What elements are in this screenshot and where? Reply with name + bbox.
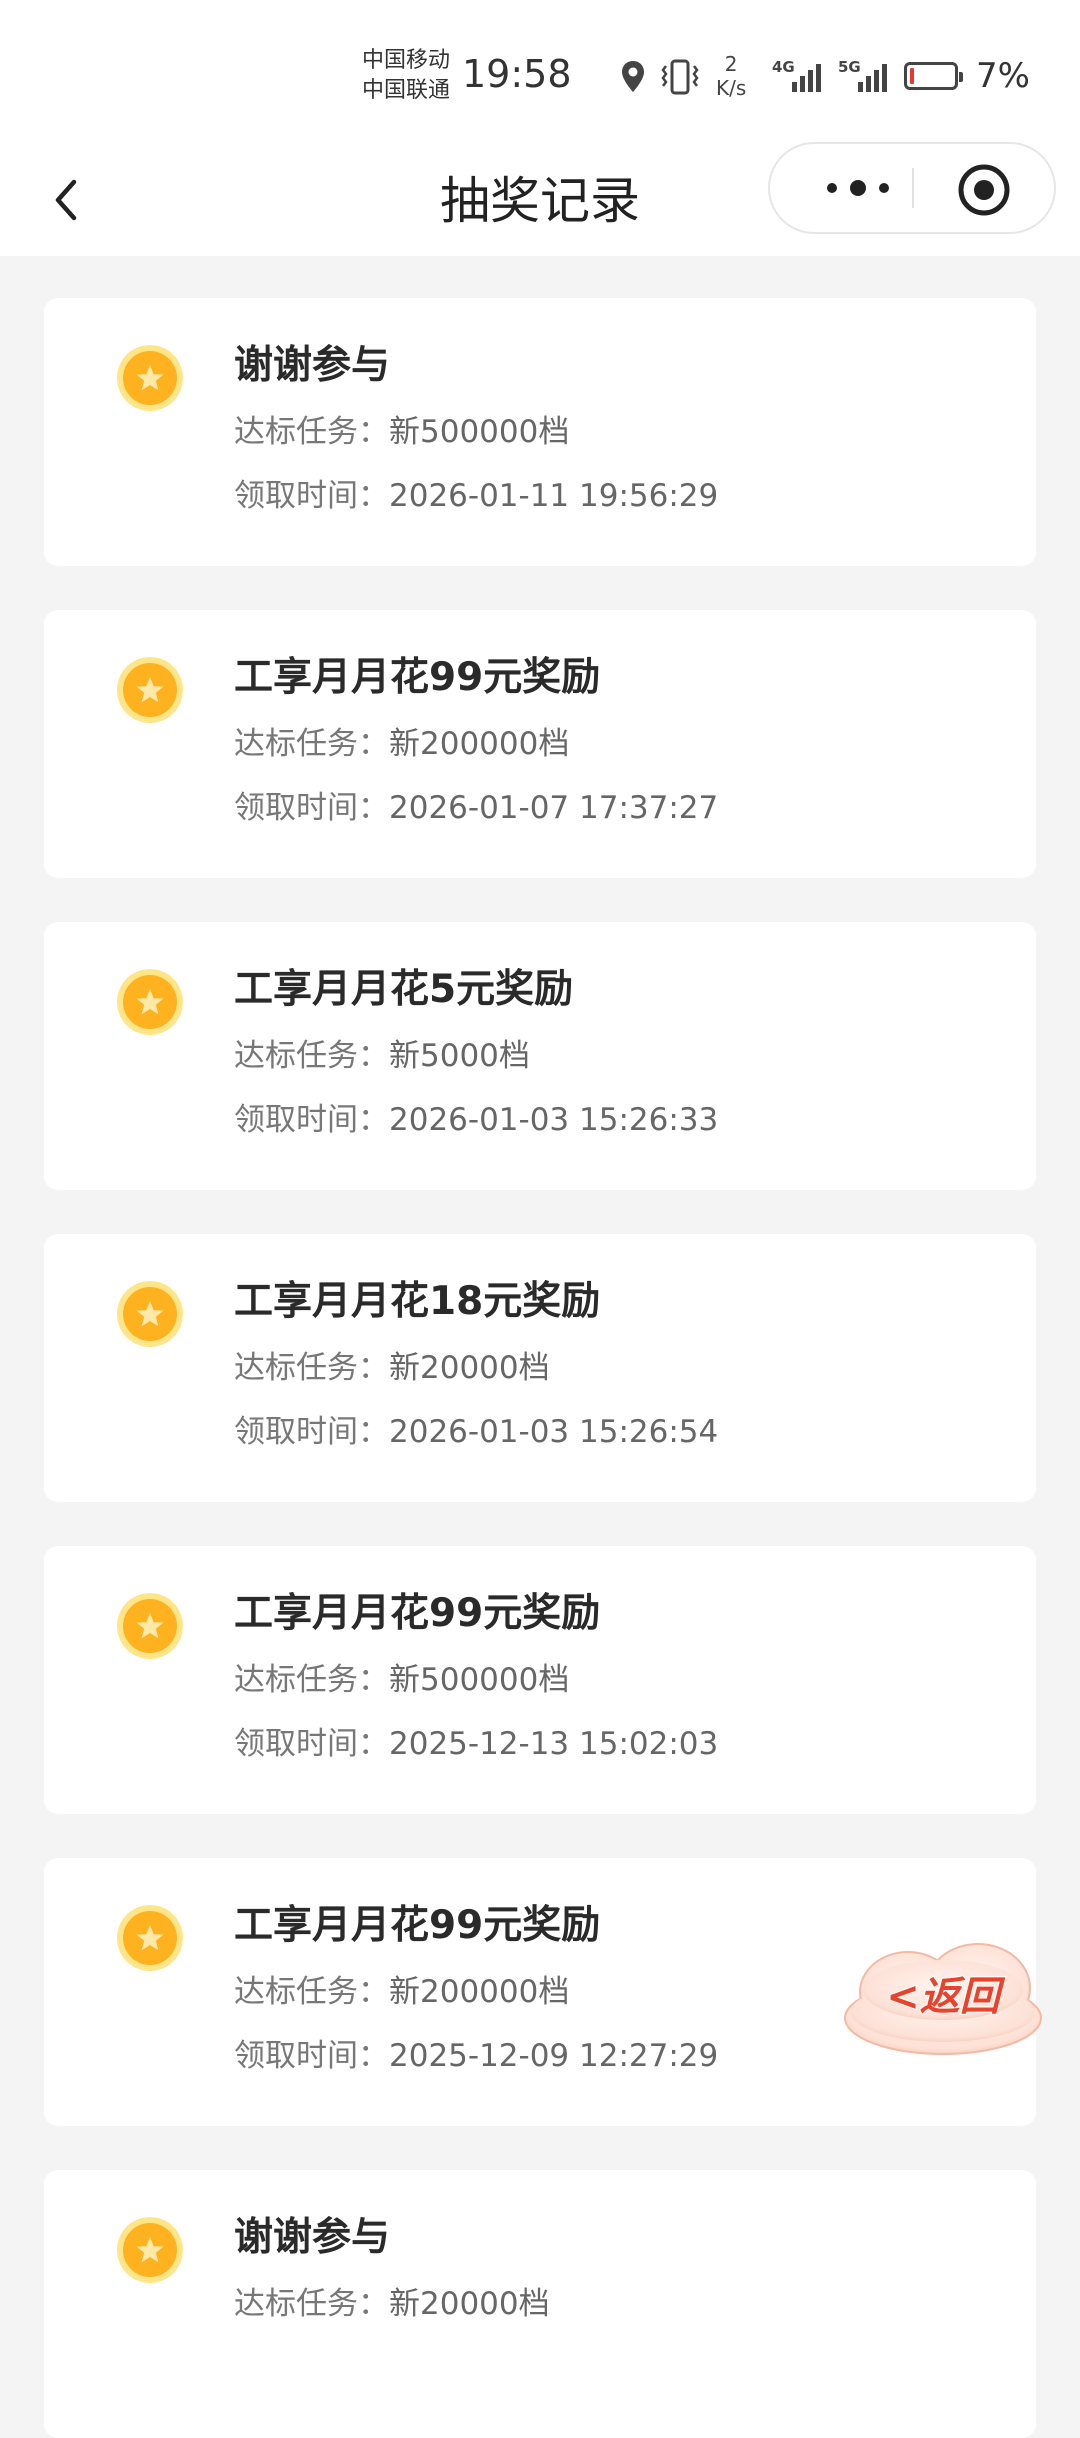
mini-program-capsule <box>768 142 1056 234</box>
record-task-line: 达标任务：新500000档 <box>234 412 569 452</box>
more-dots-icon[interactable] <box>808 168 908 208</box>
battery-percent: 7% <box>976 56 1030 96</box>
task-value: 新500000档 <box>389 1662 570 1698</box>
vibrate-icon <box>661 59 699 95</box>
time-label: 领取时间： <box>234 1414 389 1450</box>
battery-icon <box>904 62 963 90</box>
record-title: 谢谢参与 <box>234 343 391 388</box>
record-time-line: 领取时间：2026-01-07 17:37:27 <box>234 788 718 828</box>
task-label: 达标任务： <box>234 1974 389 2010</box>
signal-bars-1-icon <box>792 60 821 92</box>
star-coin-icon <box>117 657 183 723</box>
task-value: 新20000档 <box>389 1350 550 1386</box>
record-card[interactable]: 谢谢参与达标任务：新20000档 <box>44 2170 1036 2438</box>
carrier-1: 中国移动 <box>362 48 451 73</box>
time-value: 2026-01-03 15:26:54 <box>389 1414 719 1450</box>
time-value: 2025-12-09 12:27:29 <box>389 2038 719 2074</box>
star-coin-icon <box>117 969 183 1035</box>
record-title: 工享月月花99元奖励 <box>234 1903 601 1948</box>
time-label: 领取时间： <box>234 478 389 514</box>
task-label: 达标任务： <box>234 1038 389 1074</box>
record-time-line: 领取时间：2025-12-13 15:02:03 <box>234 1724 718 1764</box>
time-label: 领取时间： <box>234 1102 389 1138</box>
time-value: 2026-01-07 17:37:27 <box>389 790 719 826</box>
star-coin-icon <box>117 1281 183 1347</box>
battery-fill <box>910 68 914 84</box>
star-coin-icon <box>117 2217 183 2283</box>
record-time-line: 领取时间：2026-01-03 15:26:33 <box>234 1100 718 1140</box>
time-label: 领取时间： <box>234 2038 389 2074</box>
return-button-label: <返回 <box>886 1974 1006 2020</box>
record-title: 工享月月花99元奖励 <box>234 655 601 700</box>
clock: 19:58 <box>462 52 572 96</box>
target-close-icon[interactable] <box>956 162 1012 218</box>
record-card[interactable]: 工享月月花99元奖励 达标任务：新500000档 领取时间：2025-12-13 1… <box>44 1546 1036 1814</box>
location-icon <box>622 61 644 92</box>
record-card[interactable]: 工享月月花99元奖励 达标任务：新200000档 领取时间：2026-01-07 1… <box>44 610 1036 878</box>
record-card[interactable]: 工享月月花18元奖励 达标任务：新20000档 领取时间：2026-01-03 15… <box>44 1234 1036 1502</box>
record-task-line: 达标任务：新200000档 <box>234 1972 569 2012</box>
carrier-2: 中国联通 <box>362 78 451 103</box>
status-bar: 中国移动 中国联通 19:58 2 K/s 4G 5G 7% <box>0 0 1080 150</box>
time-value: 2025-12-13 15:02:03 <box>389 1726 719 1762</box>
record-title: 谢谢参与 <box>234 2215 391 2260</box>
star-coin-icon <box>117 1593 183 1659</box>
task-label: 达标任务： <box>234 1350 389 1386</box>
time-label: 领取时间： <box>234 790 389 826</box>
signal-bars-2-icon <box>858 60 887 92</box>
task-label: 达标任务： <box>234 414 389 450</box>
task-value: 新20000档 <box>389 2286 550 2322</box>
record-task-line: 达标任务：新5000档 <box>234 1036 530 1076</box>
record-task-line: 达标任务：新20000档 <box>234 1348 550 1388</box>
star-coin-icon <box>117 345 183 411</box>
capsule-divider <box>912 168 914 208</box>
record-task-line: 达标任务：新200000档 <box>234 724 569 764</box>
network-speed: 2 K/s <box>716 52 746 100</box>
task-label: 达标任务： <box>234 726 389 762</box>
task-value: 新200000档 <box>389 726 570 762</box>
record-card[interactable]: 工享月月花5元奖励 达标任务：新5000档 领取时间：2026-01-03 15:2… <box>44 922 1036 1190</box>
task-label: 达标任务： <box>234 2286 389 2322</box>
record-title: 工享月月花99元奖励 <box>234 1591 601 1636</box>
cloud-return-icon[interactable]: <返回 <box>838 1930 1048 2060</box>
carrier-names: 中国移动 中国联通 <box>362 46 450 106</box>
time-value: 2026-01-11 19:56:29 <box>389 478 719 514</box>
record-task-line: 达标任务：新20000档 <box>234 2284 550 2324</box>
star-coin-icon <box>117 1905 183 1971</box>
time-label: 领取时间： <box>234 1726 389 1762</box>
task-label: 达标任务： <box>234 1662 389 1698</box>
speed-value: 2 <box>724 52 738 76</box>
task-value: 新200000档 <box>389 1974 570 2010</box>
record-card[interactable]: 谢谢参与 达标任务：新500000档 领取时间：2026-01-11 19:56:2… <box>44 298 1036 566</box>
record-time-line: 领取时间：2026-01-11 19:56:29 <box>234 476 718 516</box>
record-title: 工享月月花18元奖励 <box>234 1279 601 1324</box>
time-value: 2026-01-03 15:26:33 <box>389 1102 719 1138</box>
record-time-line: 领取时间：2025-12-09 12:27:29 <box>234 2036 718 2076</box>
record-task-line: 达标任务：新500000档 <box>234 1660 569 1700</box>
record-title: 工享月月花5元奖励 <box>234 967 574 1012</box>
record-time-line: 领取时间：2026-01-03 15:26:54 <box>234 1412 718 1452</box>
task-value: 新5000档 <box>389 1038 530 1074</box>
speed-unit: K/s <box>716 76 747 100</box>
task-value: 新500000档 <box>389 414 570 450</box>
